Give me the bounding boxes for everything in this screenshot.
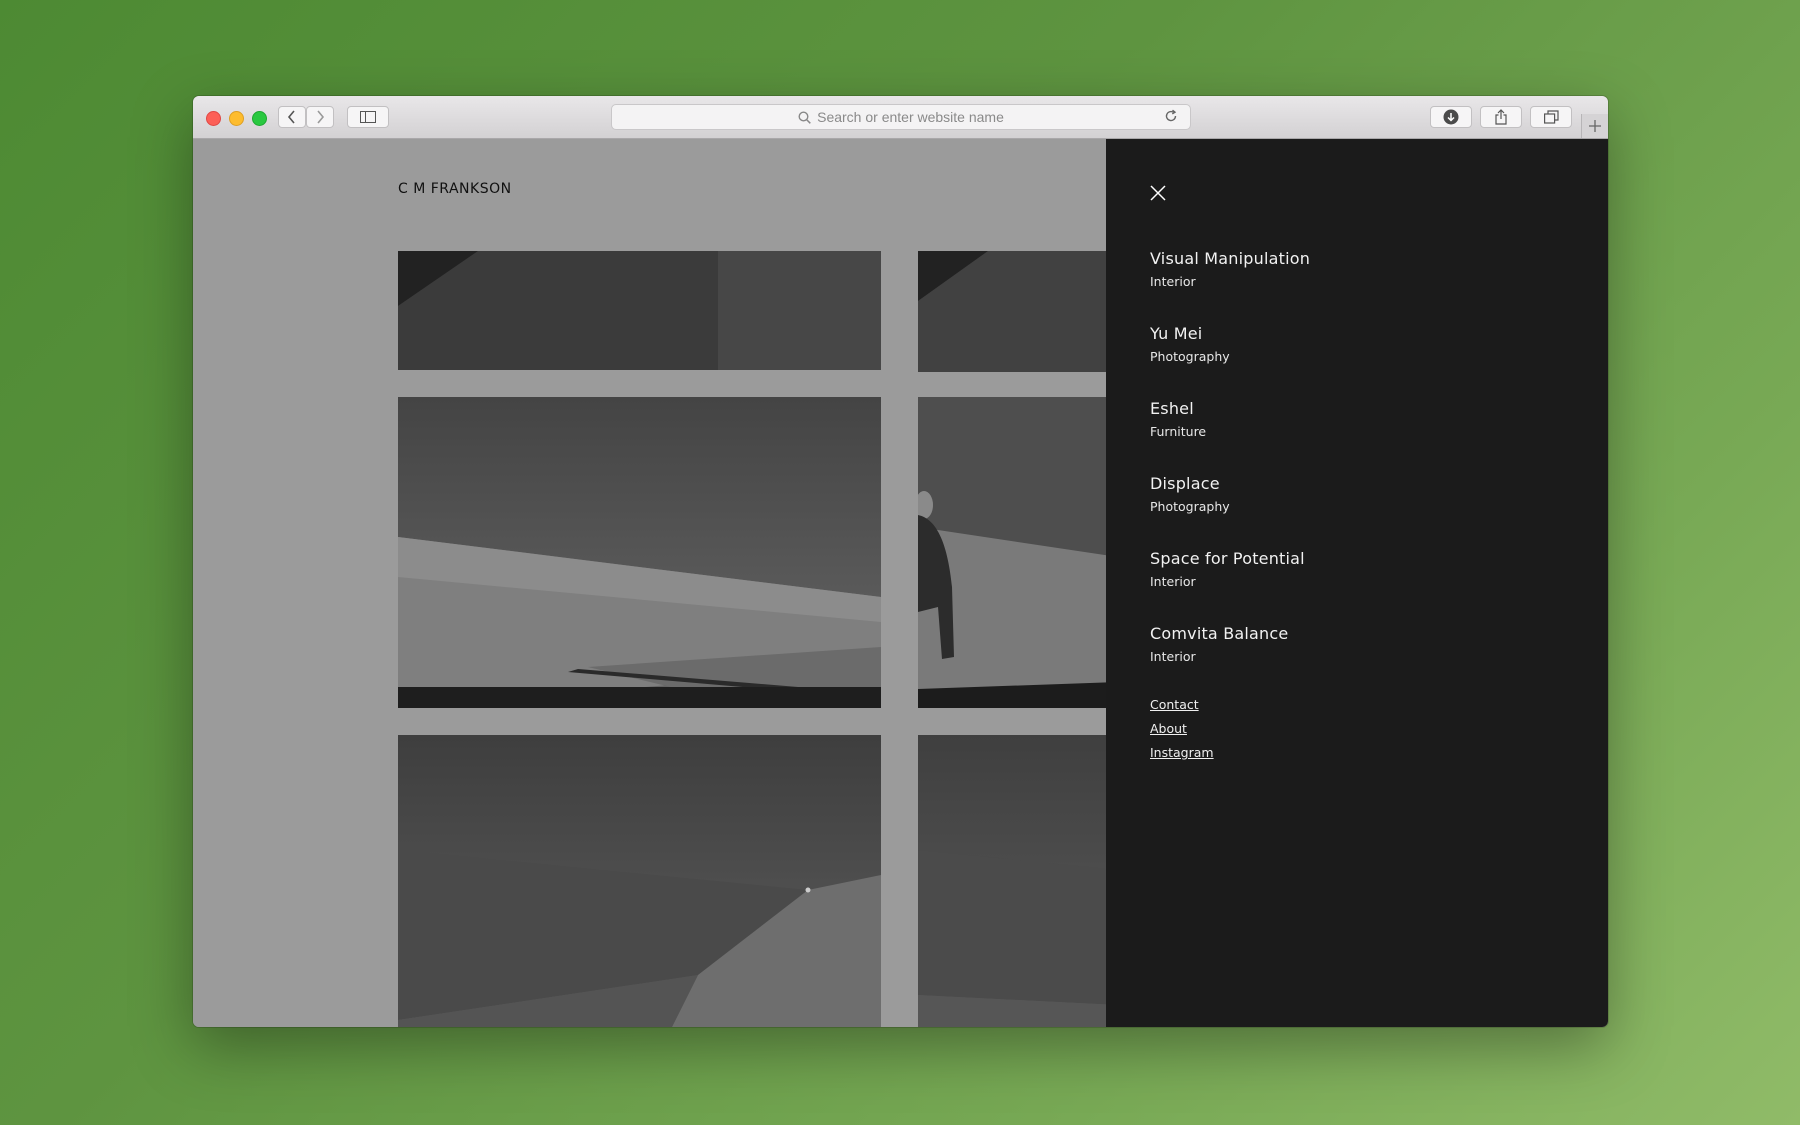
contact-link[interactable]: Contact — [1150, 697, 1214, 712]
project-item[interactable]: Comvita Balance Interior — [1150, 624, 1310, 699]
chevron-right-icon — [317, 110, 325, 124]
project-name: Eshel — [1150, 399, 1194, 418]
project-item[interactable]: Visual Manipulation Interior — [1150, 249, 1310, 324]
close-menu-button[interactable] — [1150, 185, 1166, 206]
back-button[interactable] — [278, 106, 306, 128]
project-name: Yu Mei — [1150, 324, 1203, 343]
browser-window: Search or enter website name C M FRANKSO… — [193, 96, 1608, 1027]
photo-graphic — [398, 397, 881, 708]
new-tab-button[interactable] — [1581, 114, 1608, 138]
page-content: C M FRANKSON Visual Manipulation Interio… — [193, 139, 1608, 1027]
chevron-left-icon — [287, 110, 295, 124]
reload-button[interactable] — [1164, 109, 1184, 126]
maximize-window-button[interactable] — [252, 111, 267, 126]
project-category: Photography — [1150, 349, 1230, 364]
project-photo[interactable] — [918, 251, 1118, 372]
project-category: Photography — [1150, 499, 1230, 514]
reload-icon — [1165, 109, 1177, 122]
photo-graphic — [918, 735, 1118, 1027]
instagram-link[interactable]: Instagram — [1150, 745, 1214, 760]
secondary-links: Contact About Instagram — [1150, 697, 1214, 769]
sidebar-icon — [360, 111, 376, 123]
close-window-button[interactable] — [206, 111, 221, 126]
tabs-icon — [1543, 110, 1559, 124]
share-button[interactable] — [1480, 106, 1522, 128]
project-name: Space for Potential — [1150, 549, 1305, 568]
navigation-menu-panel: Visual Manipulation Interior Yu Mei Phot… — [1106, 139, 1608, 1027]
search-icon — [798, 110, 811, 124]
project-item[interactable]: Space for Potential Interior — [1150, 549, 1310, 624]
address-placeholder: Search or enter website name — [817, 109, 1004, 125]
tabs-overview-button[interactable] — [1530, 106, 1572, 128]
project-item[interactable]: Yu Mei Photography — [1150, 324, 1310, 399]
about-link[interactable]: About — [1150, 721, 1214, 736]
plus-icon — [1589, 120, 1601, 132]
project-item[interactable]: Eshel Furniture — [1150, 399, 1310, 474]
forward-button[interactable] — [306, 106, 334, 128]
project-name: Displace — [1150, 474, 1220, 493]
minimize-window-button[interactable] — [229, 111, 244, 126]
sidebar-toggle-button[interactable] — [347, 106, 389, 128]
project-name: Comvita Balance — [1150, 624, 1289, 643]
photo-graphic — [398, 735, 881, 1027]
site-title[interactable]: C M FRANKSON — [398, 181, 512, 197]
download-icon — [1443, 109, 1459, 125]
close-icon — [1150, 185, 1166, 201]
project-category: Interior — [1150, 649, 1196, 664]
browser-toolbar: Search or enter website name — [193, 96, 1608, 139]
project-item[interactable]: Displace Photography — [1150, 474, 1310, 549]
photo-graphic — [918, 397, 1118, 708]
project-category: Interior — [1150, 574, 1196, 589]
photo-graphic — [918, 251, 1118, 372]
project-photo[interactable] — [918, 735, 1118, 1027]
address-bar[interactable]: Search or enter website name — [611, 104, 1191, 130]
project-category: Furniture — [1150, 424, 1207, 439]
share-icon — [1495, 109, 1507, 125]
downloads-button[interactable] — [1430, 106, 1472, 128]
project-photo[interactable] — [918, 397, 1118, 708]
project-photo[interactable] — [398, 735, 881, 1027]
project-photo[interactable] — [398, 251, 881, 370]
project-photo[interactable] — [398, 397, 881, 708]
project-list: Visual Manipulation Interior Yu Mei Phot… — [1150, 249, 1310, 699]
project-category: Interior — [1150, 274, 1196, 289]
project-name: Visual Manipulation — [1150, 249, 1311, 268]
photo-graphic — [398, 251, 881, 370]
